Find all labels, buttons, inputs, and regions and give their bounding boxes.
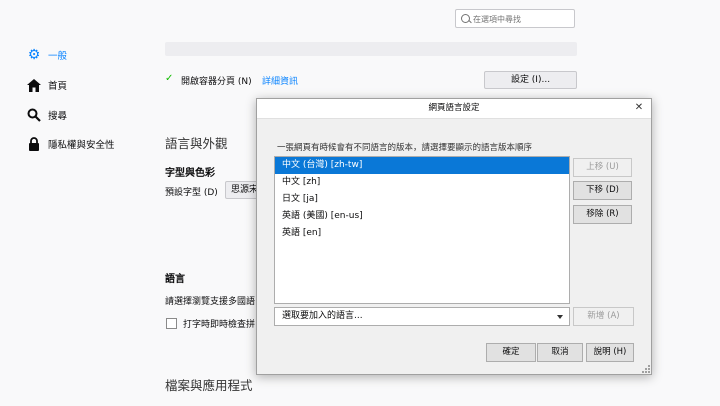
sidebar-item-label: 搜尋 bbox=[48, 111, 68, 122]
checkmark-icon[interactable]: ✓ bbox=[165, 73, 173, 84]
cancel-button[interactable]: 取消 bbox=[537, 343, 583, 362]
top-setting-bar bbox=[165, 42, 577, 56]
section-language-appearance: 語言與外觀 bbox=[165, 136, 228, 151]
fonts-colors-heading: 字型與色彩 bbox=[165, 168, 215, 179]
settings-button[interactable]: 設定 (I)... bbox=[484, 71, 577, 89]
add-language-select[interactable]: 選取要加入的語言... bbox=[274, 307, 570, 326]
list-item[interactable]: 英語 [en] bbox=[275, 225, 569, 242]
search-icon bbox=[26, 107, 42, 123]
sidebar-item-privacy[interactable]: 隱私權與安全性 bbox=[26, 136, 115, 152]
resize-grip-icon[interactable] bbox=[642, 365, 650, 373]
remove-button[interactable]: 移除 (R) bbox=[573, 205, 632, 224]
search-icon bbox=[461, 14, 470, 23]
home-icon bbox=[26, 77, 42, 93]
close-icon[interactable]: ✕ bbox=[633, 102, 645, 114]
learn-more-link[interactable]: 詳細資訊 bbox=[262, 74, 298, 87]
sidebar-item-home[interactable]: 首頁 bbox=[26, 77, 67, 93]
select-value: 選取要加入的語言... bbox=[282, 311, 363, 321]
lock-icon bbox=[26, 136, 42, 152]
dialog-title: 網頁語言設定 bbox=[257, 99, 651, 119]
list-item[interactable]: 英語 (美國) [en-us] bbox=[275, 208, 569, 225]
container-tabs-label: 開啟容器分頁 (N) bbox=[181, 77, 252, 87]
help-button[interactable]: 說明 (H) bbox=[586, 343, 634, 362]
search-placeholder: 在選項中尋找 bbox=[473, 15, 521, 24]
list-item[interactable]: 中文 (台灣) [zh-tw] bbox=[275, 157, 569, 174]
language-settings-dialog: 網頁語言設定 ✕ 一張網頁有時候會有不同語言的版本，請選擇要顯示的語言版本順序 … bbox=[256, 98, 652, 375]
sidebar-item-search[interactable]: 搜尋 bbox=[26, 107, 67, 123]
language-list[interactable]: 中文 (台灣) [zh-tw] 中文 [zh] 日文 [ja] 英語 (美國) … bbox=[274, 156, 570, 304]
sidebar-item-label: 首頁 bbox=[48, 81, 68, 92]
chevron-down-icon bbox=[557, 315, 563, 319]
gear-icon: ⚙ bbox=[27, 47, 41, 63]
spellcheck-checkbox[interactable] bbox=[166, 318, 177, 329]
language-heading: 語言 bbox=[165, 274, 185, 285]
list-item[interactable]: 日文 [ja] bbox=[275, 191, 569, 208]
list-item[interactable]: 中文 [zh] bbox=[275, 174, 569, 191]
search-input[interactable]: 在選項中尋找 bbox=[455, 9, 575, 28]
spellcheck-label: 打字時即時檢查拼 bbox=[183, 320, 256, 330]
ok-button[interactable]: 確定 bbox=[486, 343, 536, 362]
language-description: 請選擇瀏覽支援多國語 bbox=[165, 297, 256, 307]
default-font-label: 預設字型 (D) bbox=[165, 188, 218, 198]
section-files-apps: 檔案與應用程式 bbox=[165, 378, 253, 393]
add-button[interactable]: 新增 (A) bbox=[573, 307, 634, 326]
sidebar-item-label: 隱私權與安全性 bbox=[48, 140, 115, 151]
dialog-description: 一張網頁有時候會有不同語言的版本，請選擇要顯示的語言版本順序 bbox=[277, 143, 533, 153]
move-up-button[interactable]: 上移 (U) bbox=[573, 158, 632, 177]
move-down-button[interactable]: 下移 (D) bbox=[573, 181, 632, 200]
sidebar-item-general[interactable]: ⚙ 一般 bbox=[26, 47, 67, 63]
sidebar-item-label: 一般 bbox=[48, 51, 68, 62]
